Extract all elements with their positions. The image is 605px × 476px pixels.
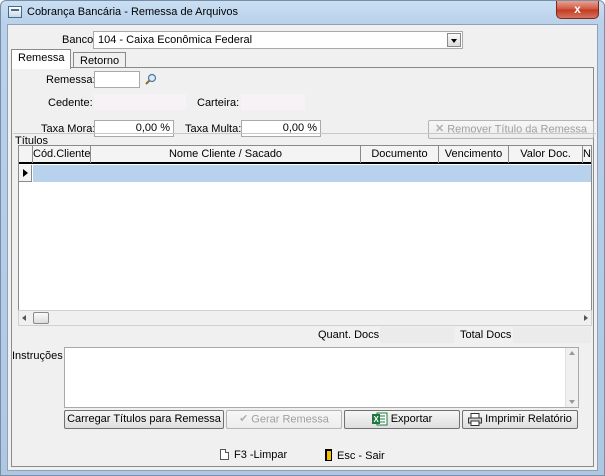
checkmark-icon: ✔	[239, 413, 249, 425]
quant-docs-label: Quant. Docs	[318, 329, 380, 341]
banco-value: 104 - Caixa Econômica Federal	[98, 34, 253, 46]
title-bar[interactable]: Cobrança Bancária - Remessa de Arquivos …	[1, 1, 604, 24]
column-header[interactable]: Valor Doc.	[509, 146, 583, 163]
remessa-input[interactable]	[94, 71, 140, 88]
close-icon: x	[574, 2, 581, 16]
banco-select[interactable]: 104 - Caixa Econômica Federal	[93, 31, 463, 49]
grid-header: Cód.Cliente Nome Cliente / Sacado Docume…	[19, 146, 591, 164]
total-docs-value	[513, 327, 591, 343]
new-document-icon	[220, 449, 229, 460]
tab-remessa-label: Remessa	[18, 52, 65, 64]
printer-icon	[468, 412, 483, 426]
excel-icon: X	[371, 412, 388, 426]
window-title: Cobrança Bancária - Remessa de Arquivos	[27, 6, 238, 18]
cedente-label: Cedente:	[48, 97, 93, 109]
scroll-thumb[interactable]	[33, 312, 49, 324]
scroll-up-icon[interactable]	[569, 351, 575, 355]
column-header[interactable]: Nº	[583, 146, 591, 163]
column-header[interactable]: Vencimento	[439, 146, 509, 163]
tab-remessa[interactable]: Remessa	[11, 49, 72, 69]
vertical-scrollbar[interactable]	[565, 348, 578, 407]
carteira-label: Carteira:	[197, 97, 240, 109]
svg-text:X: X	[373, 415, 379, 424]
window: Cobrança Bancária - Remessa de Arquivos …	[0, 0, 605, 476]
sair-shortcut[interactable]: Esc - Sair	[325, 449, 385, 462]
carregar-titulos-button[interactable]: Carregar Títulos para Remessa	[64, 410, 224, 429]
carteira-value	[241, 94, 305, 110]
row-indicator-icon	[19, 165, 32, 182]
app-icon	[8, 6, 22, 18]
tab-retorno-label: Retorno	[80, 55, 120, 67]
imprimir-relatorio-button[interactable]: Imprimir Relatório	[462, 410, 578, 429]
instrucoes-label: Instruções	[12, 350, 63, 362]
instrucoes-textarea[interactable]	[64, 347, 579, 408]
client-area: Banco 104 - Caixa Econômica Federal Reme…	[7, 24, 598, 471]
titulos-grid[interactable]: Cód.Cliente Nome Cliente / Sacado Docume…	[18, 145, 592, 321]
scroll-left-icon[interactable]	[22, 315, 26, 321]
column-header[interactable]: Cód.Cliente	[33, 146, 91, 163]
search-icon[interactable]	[145, 73, 157, 85]
total-docs-label: Total Docs	[460, 329, 512, 341]
header-indicator	[19, 146, 33, 163]
cedente-value	[94, 94, 186, 110]
quant-docs-value	[380, 327, 454, 343]
remessa-label: Remessa:	[46, 74, 96, 86]
selected-row-fill	[33, 165, 591, 182]
horizontal-scrollbar[interactable]	[18, 310, 592, 326]
exportar-button[interactable]: X Exportar	[344, 410, 460, 429]
table-row[interactable]	[19, 165, 591, 182]
limpar-shortcut[interactable]: F3 -Limpar	[220, 449, 287, 461]
gerar-remessa-button[interactable]: ✔ Gerar Remessa	[226, 410, 342, 429]
column-header[interactable]: Nome Cliente / Sacado	[91, 146, 361, 163]
close-button[interactable]: x	[556, 1, 599, 19]
banco-label: Banco	[62, 34, 94, 46]
tab-retorno[interactable]: Retorno	[73, 52, 127, 68]
scroll-right-icon[interactable]	[584, 315, 588, 321]
column-header[interactable]: Documento	[361, 146, 439, 163]
scroll-down-icon[interactable]	[569, 400, 575, 404]
chevron-down-icon[interactable]	[447, 33, 461, 47]
exit-door-icon	[325, 449, 332, 461]
